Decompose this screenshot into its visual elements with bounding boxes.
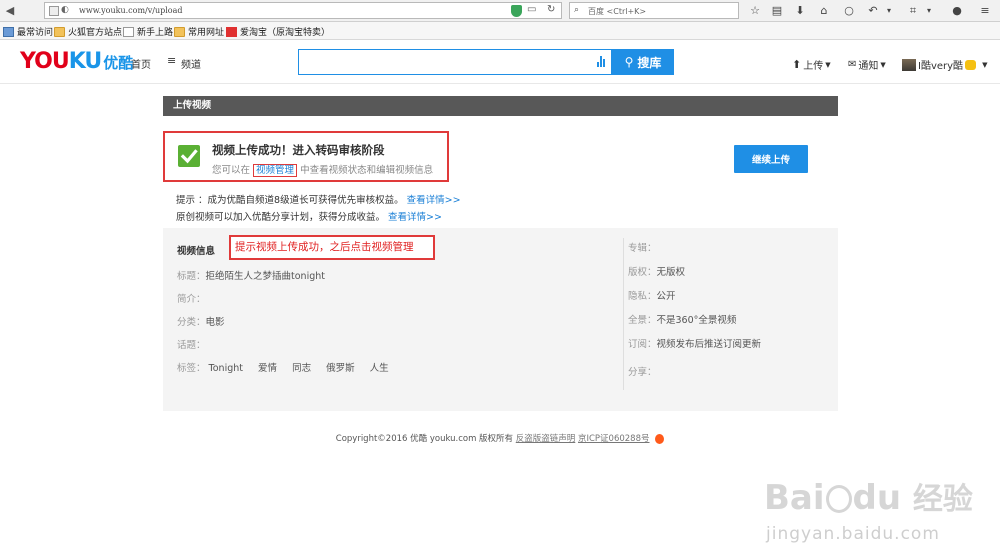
bookmark-folder-icon: [3, 26, 14, 37]
tag: Tonight: [208, 363, 243, 374]
address-bar[interactable]: ◐ www.youku.com/v/upload ▭ ↻: [44, 2, 562, 19]
tag: 同志: [292, 363, 312, 374]
tag: 爱情: [258, 363, 278, 374]
folder-icon: [54, 26, 65, 37]
nav-home[interactable]: 首页: [131, 56, 151, 71]
video-management-link[interactable]: 视频管理: [253, 164, 298, 177]
site-header: YOU KU 优酷 首页 ≡ 频道 ⚲ 搜库 ⬆ 上传 ▼ ✉ 通知 ▼ I酷v…: [0, 40, 1000, 84]
security-shield-icon[interactable]: [511, 5, 522, 17]
info-row-category: 分类：电影: [177, 317, 225, 328]
watermark-url: jingyan.baidu.com: [766, 524, 940, 544]
info-row-copyright: 版权：无版权: [628, 267, 686, 278]
video-info-section: 视频信息 提示视频上传成功，之后点击视频管理 标题：拒绝陌生人之梦插曲tonig…: [163, 228, 838, 411]
success-subtitle: 您可以在 视频管理 中查看视频状态和编辑视频信息: [212, 164, 434, 177]
undo-icon[interactable]: ↶: [866, 3, 880, 18]
youku-logo[interactable]: YOU KU 优酷: [20, 49, 133, 74]
crop-menu-icon[interactable]: ▾: [922, 3, 936, 18]
crop-icon[interactable]: ⌗: [906, 3, 920, 18]
star-icon[interactable]: ☆: [748, 3, 762, 18]
info-row-intro: 简介：: [177, 294, 206, 305]
chevron-down-icon: ▼: [880, 60, 886, 69]
bookmarks-bar: 最常访问 火狐官方站点 新手上路 常用网址 爱淘宝（原淘宝特卖）: [0, 22, 1000, 40]
avatar: [902, 58, 916, 71]
video-search-input[interactable]: [298, 49, 612, 75]
info-row-share: 分享：: [628, 367, 657, 378]
column-divider: [623, 238, 624, 390]
bookmark-item[interactable]: 常用网址: [174, 25, 224, 38]
notify-menu[interactable]: ✉ 通知 ▼: [848, 57, 886, 72]
page-icon: [49, 6, 59, 16]
bookmark-item[interactable]: 火狐官方站点: [54, 25, 122, 38]
reload-icon[interactable]: ↻: [547, 4, 555, 15]
info-row-album: 专辑：: [628, 243, 657, 254]
piracy-notice-link[interactable]: 反盗版盗链声明: [516, 434, 576, 444]
message-icon[interactable]: ●: [950, 3, 964, 18]
info-row-tags: 标签： Tonight 爱情 同志 俄罗斯 人生: [177, 363, 389, 374]
search-icon: ⚲: [624, 55, 634, 69]
taobao-icon: [226, 26, 237, 37]
nav-channel[interactable]: 频道: [181, 56, 201, 71]
reader-icon[interactable]: ▭: [527, 4, 536, 15]
browser-search-field[interactable]: ⌕ 百度 <Ctrl+K>: [569, 2, 739, 19]
page-icon: [123, 26, 134, 37]
user-menu[interactable]: I酷very酷 ▼: [902, 57, 987, 72]
bookmark-item[interactable]: 最常访问: [3, 25, 53, 38]
bookmark-item[interactable]: 爱淘宝（原淘宝特卖）: [226, 25, 330, 38]
home-icon[interactable]: ⌂: [817, 3, 831, 18]
video-info-title: 视频信息: [177, 246, 216, 257]
upload-panel: 上传视频 视频上传成功！进入转码审核阶段 您可以在 视频管理 中查看视频状态和编…: [163, 96, 838, 411]
menu-icon[interactable]: ≡: [978, 3, 992, 18]
baidu-jingyan-watermark: Bai du 经验 jingyan.baidu.com: [764, 478, 973, 544]
info-row-panorama: 全景：不是360°全景视频: [628, 315, 737, 326]
channel-menu-icon[interactable]: ≡: [167, 54, 176, 67]
page-footer: Copyright©2016 优酷 youku.com 版权所有 反盗版盗链声明…: [0, 432, 1000, 444]
check-icon: [178, 145, 200, 167]
panel-title: 上传视频: [163, 96, 838, 116]
undo-menu-icon[interactable]: ▾: [882, 3, 896, 18]
success-message-box: 视频上传成功！进入转码审核阶段 您可以在 视频管理 中查看视频状态和编辑视频信息: [163, 131, 449, 182]
paw-icon: [825, 485, 852, 513]
chart-icon[interactable]: [597, 56, 605, 67]
chat-icon[interactable]: ○: [842, 3, 856, 18]
bookmark-list-icon[interactable]: ▤: [770, 3, 784, 18]
download-icon[interactable]: ⬇: [793, 3, 807, 18]
copyright-text: Copyright©2016 优酷 youku.com 版权所有: [335, 434, 514, 444]
details-link[interactable]: 查看详情>>: [388, 212, 442, 223]
chevron-down-icon: ▼: [825, 60, 831, 69]
tip-line: 原创视频可以加入优酷分享计划，获得分成收益。 查看详情>>: [176, 212, 442, 223]
search-icon: ⌕: [574, 5, 580, 15]
url-text: www.youku.com/v/upload: [79, 6, 183, 15]
vip-icon: [965, 59, 977, 70]
mail-icon: ✉: [848, 59, 857, 70]
search-button[interactable]: ⚲ 搜库: [612, 49, 674, 75]
details-link[interactable]: 查看详情>>: [407, 195, 461, 206]
upload-menu[interactable]: ⬆ 上传 ▼: [792, 57, 831, 72]
tag: 人生: [369, 363, 389, 374]
info-row-subscribe: 订阅：视频发布后推送订阅更新: [628, 339, 762, 350]
info-row-topic: 话题：: [177, 340, 206, 351]
annotation-callout: 提示视频上传成功，之后点击视频管理: [229, 235, 435, 260]
bookmark-item[interactable]: 新手上路: [123, 25, 173, 38]
info-row-title: 标题：拒绝陌生人之梦插曲tonight: [177, 271, 325, 282]
info-row-privacy: 隐私：公开: [628, 291, 676, 302]
browser-search-placeholder: 百度 <Ctrl+K>: [588, 7, 647, 16]
security-badge-icon[interactable]: [655, 433, 665, 444]
success-title: 视频上传成功！进入转码审核阶段: [212, 143, 385, 157]
tip-line: 提示 ：成为优酷自频道8级道长可获得优先审核权益。 查看详情>>: [176, 195, 461, 206]
shield-icon[interactable]: ◐: [61, 5, 69, 15]
folder-icon: [174, 26, 185, 37]
continue-upload-button[interactable]: 继续上传: [734, 145, 808, 173]
browser-toolbar: ◀ ◐ www.youku.com/v/upload ▭ ↻ ⌕ 百度 <Ctr…: [0, 0, 1000, 22]
tag: 俄罗斯: [326, 363, 355, 374]
icp-link[interactable]: 京ICP证060288号: [578, 434, 650, 444]
chevron-down-icon: ▼: [982, 60, 988, 69]
back-icon[interactable]: ◀: [2, 2, 18, 19]
upload-icon: ⬆: [792, 58, 802, 71]
